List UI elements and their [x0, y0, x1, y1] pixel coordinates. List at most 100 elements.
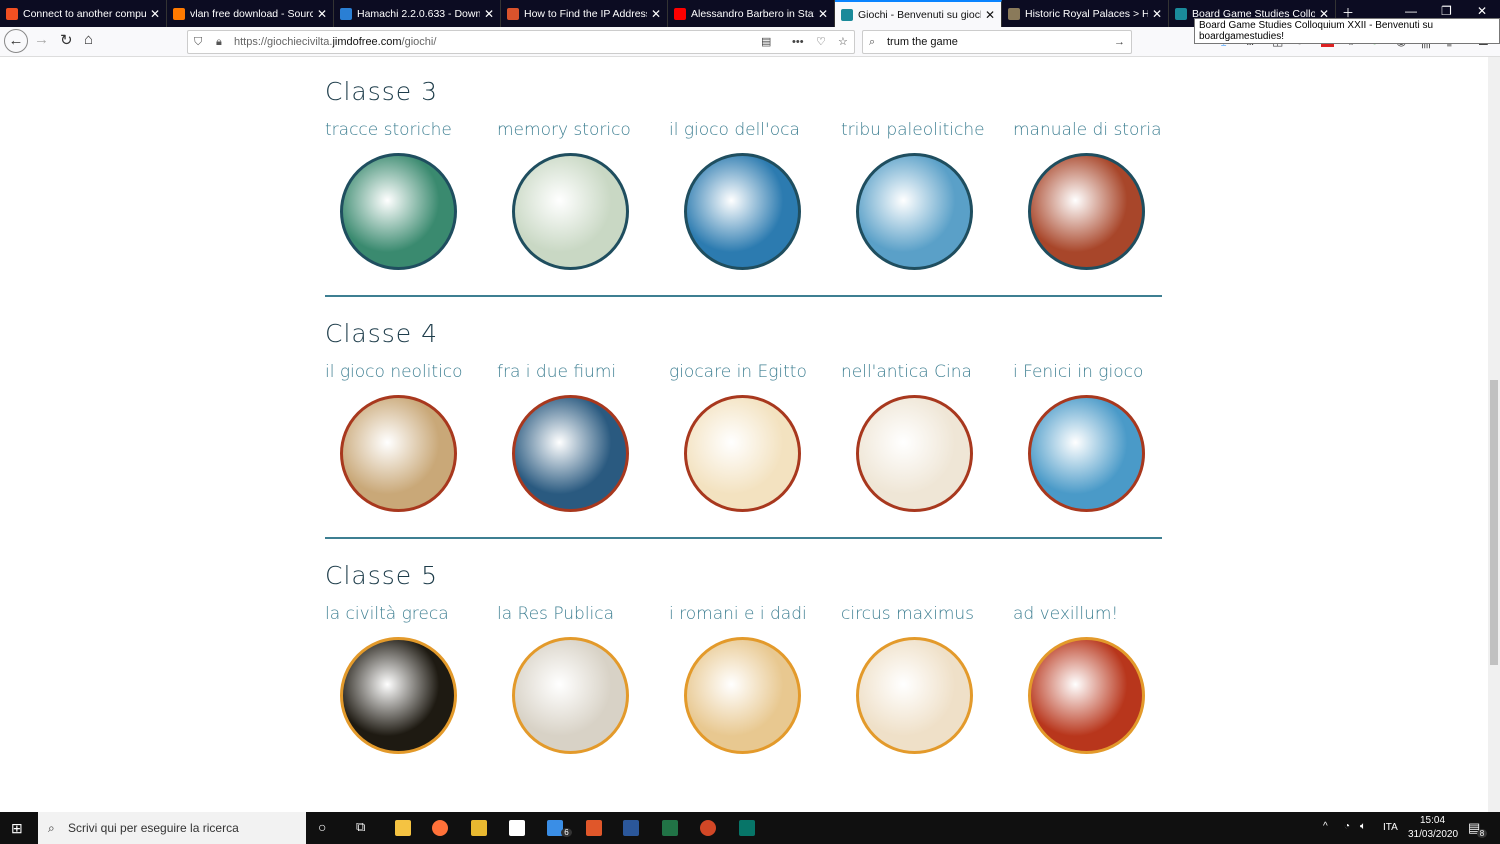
tab[interactable]: Connect to another compute ✕	[0, 0, 167, 27]
game-image[interactable]	[856, 395, 973, 512]
game-image[interactable]	[512, 153, 629, 270]
game-link[interactable]: giocare in Egitto	[669, 362, 807, 382]
more-actions-icon[interactable]: •••	[792, 31, 804, 53]
taskbar-search-placeholder: Scrivi qui per eseguire la ricerca	[68, 821, 239, 835]
url-path: /giochi/	[401, 36, 437, 48]
close-window-button[interactable]: ✕	[1477, 4, 1487, 18]
url-bar[interactable]: ⛉ 🔒︎ https://giochiecivilta.jimdofree.co…	[187, 30, 855, 54]
app-icon[interactable]	[586, 820, 602, 836]
game-link[interactable]: i romani e i dadi	[669, 604, 807, 624]
excel-icon[interactable]	[662, 820, 678, 836]
tab[interactable]: How to Find the IP Address o ✕	[501, 0, 668, 27]
forward-button[interactable]: →	[34, 31, 49, 48]
reader-view-icon[interactable]: ▤	[761, 31, 771, 53]
scrollbar-thumb[interactable]	[1490, 380, 1498, 665]
game-image[interactable]	[684, 395, 801, 512]
tab-title: vlan free download - Sourcef	[190, 7, 313, 20]
game-link[interactable]: tribu paleolitiche	[841, 120, 985, 140]
language-indicator[interactable]: ITA	[1383, 822, 1398, 833]
section-heading: Classe 3	[325, 77, 439, 106]
taskbar-search[interactable]: ⌕ Scrivi qui per eseguire la ricerca	[38, 812, 306, 844]
favicon-icon	[1008, 7, 1020, 20]
search-go-icon[interactable]: →	[1114, 31, 1125, 53]
task-view-icon[interactable]: ⧉	[356, 819, 365, 835]
section-divider	[325, 295, 1162, 297]
close-tab-icon[interactable]: ✕	[1152, 7, 1162, 21]
favicon-icon	[674, 7, 686, 20]
show-hidden-icons[interactable]: ^	[1323, 821, 1328, 832]
file-explorer-icon[interactable]	[395, 820, 411, 836]
pocket-icon[interactable]: ♡	[816, 31, 826, 53]
clock-time[interactable]: 15:04	[1420, 815, 1445, 826]
game-image[interactable]	[856, 153, 973, 270]
game-link[interactable]: la civiltà greca	[325, 604, 449, 624]
game-link[interactable]: la Res Publica	[497, 604, 614, 624]
game-link[interactable]: il gioco neolitico	[325, 362, 463, 382]
game-image[interactable]	[1028, 395, 1145, 512]
game-image[interactable]	[340, 395, 457, 512]
game-image[interactable]	[1028, 637, 1145, 754]
game-link[interactable]: i Fenici in gioco	[1013, 362, 1143, 382]
game-image[interactable]	[684, 153, 801, 270]
dropbox-icon[interactable]	[509, 820, 525, 836]
word-icon[interactable]	[623, 820, 639, 836]
tab[interactable]: Historic Royal Palaces > Hon ✕	[1002, 0, 1169, 27]
back-button[interactable]: ←	[4, 29, 28, 53]
tab-title: Giochi - Benvenuti su giochic	[858, 8, 981, 21]
scrollbar[interactable]	[1488, 57, 1500, 812]
bookmark-star-icon[interactable]: ☆	[838, 31, 848, 53]
game-image[interactable]	[856, 637, 973, 754]
game-link[interactable]: memory storico	[497, 120, 631, 140]
page-content: Classe 3 tracce storiche memory storico il …	[0, 57, 1488, 812]
minimize-button[interactable]: —	[1405, 4, 1417, 18]
section-divider	[325, 537, 1162, 539]
lock-icon[interactable]: 🔒︎	[216, 31, 222, 53]
game-link[interactable]: tracce storiche	[325, 120, 452, 140]
publisher-icon[interactable]	[739, 820, 755, 836]
search-input[interactable]: ⌕ trum the game →	[862, 30, 1132, 54]
game-image[interactable]	[340, 153, 457, 270]
tab[interactable]: vlan free download - Sourcef ✕	[167, 0, 334, 27]
game-image[interactable]	[684, 637, 801, 754]
tab[interactable]: Giochi - Benvenuti su giochic ✕	[835, 0, 1002, 27]
shield-icon[interactable]: ⛉	[194, 31, 202, 53]
windows-start-icon[interactable]: ⊞	[11, 820, 23, 837]
game-image[interactable]	[512, 395, 629, 512]
game-image[interactable]	[340, 637, 457, 754]
favicon-icon	[841, 8, 853, 21]
restore-button[interactable]: ❐	[1441, 4, 1452, 18]
close-tab-icon[interactable]: ✕	[150, 7, 160, 21]
reload-button[interactable]: ↻	[60, 31, 73, 49]
folder-icon[interactable]	[471, 820, 487, 836]
close-tab-icon[interactable]: ✕	[317, 7, 327, 21]
volume-icon[interactable]: 🔈︎	[1360, 821, 1366, 832]
home-button[interactable]: ⌂	[84, 31, 93, 48]
game-link[interactable]: nell'antica Cina	[841, 362, 972, 382]
close-tab-icon[interactable]: ✕	[484, 7, 494, 21]
game-link[interactable]: manuale di storia	[1013, 120, 1162, 140]
favicon-icon	[340, 7, 352, 20]
game-link[interactable]: ad vexillum!	[1013, 604, 1118, 624]
powerpoint-icon[interactable]	[700, 820, 716, 836]
search-icon: ⌕	[48, 821, 55, 835]
wifi-icon[interactable]: ◔	[1344, 821, 1350, 832]
cortana-icon[interactable]: ○	[318, 819, 326, 835]
taskbar: ⊞ ⌕ Scrivi qui per eseguire la ricerca ○ …	[0, 812, 1500, 844]
tab-title: Alessandro Barbero in Statale	[691, 7, 814, 20]
game-link[interactable]: fra i due fiumi	[497, 362, 616, 382]
url-domain: jimdofree.com	[332, 36, 402, 48]
close-tab-icon[interactable]: ✕	[818, 7, 828, 21]
game-image[interactable]	[1028, 153, 1145, 270]
tab-tooltip: Board Game Studies Colloquium XXII - Ben…	[1194, 18, 1500, 44]
game-link[interactable]: il gioco dell'oca	[669, 120, 800, 140]
clock-date[interactable]: 31/03/2020	[1408, 829, 1458, 840]
favicon-icon	[173, 7, 185, 20]
firefox-icon[interactable]	[432, 820, 448, 836]
tab[interactable]: Alessandro Barbero in Statale ✕	[668, 0, 835, 27]
close-tab-icon[interactable]: ✕	[651, 7, 661, 21]
tab-title: Historic Royal Palaces > Hon	[1025, 7, 1148, 20]
game-link[interactable]: circus maximus	[841, 604, 974, 624]
tab[interactable]: Hamachi 2.2.0.633 - Downlo ✕	[334, 0, 501, 27]
game-image[interactable]	[512, 637, 629, 754]
close-tab-icon[interactable]: ✕	[985, 8, 995, 22]
